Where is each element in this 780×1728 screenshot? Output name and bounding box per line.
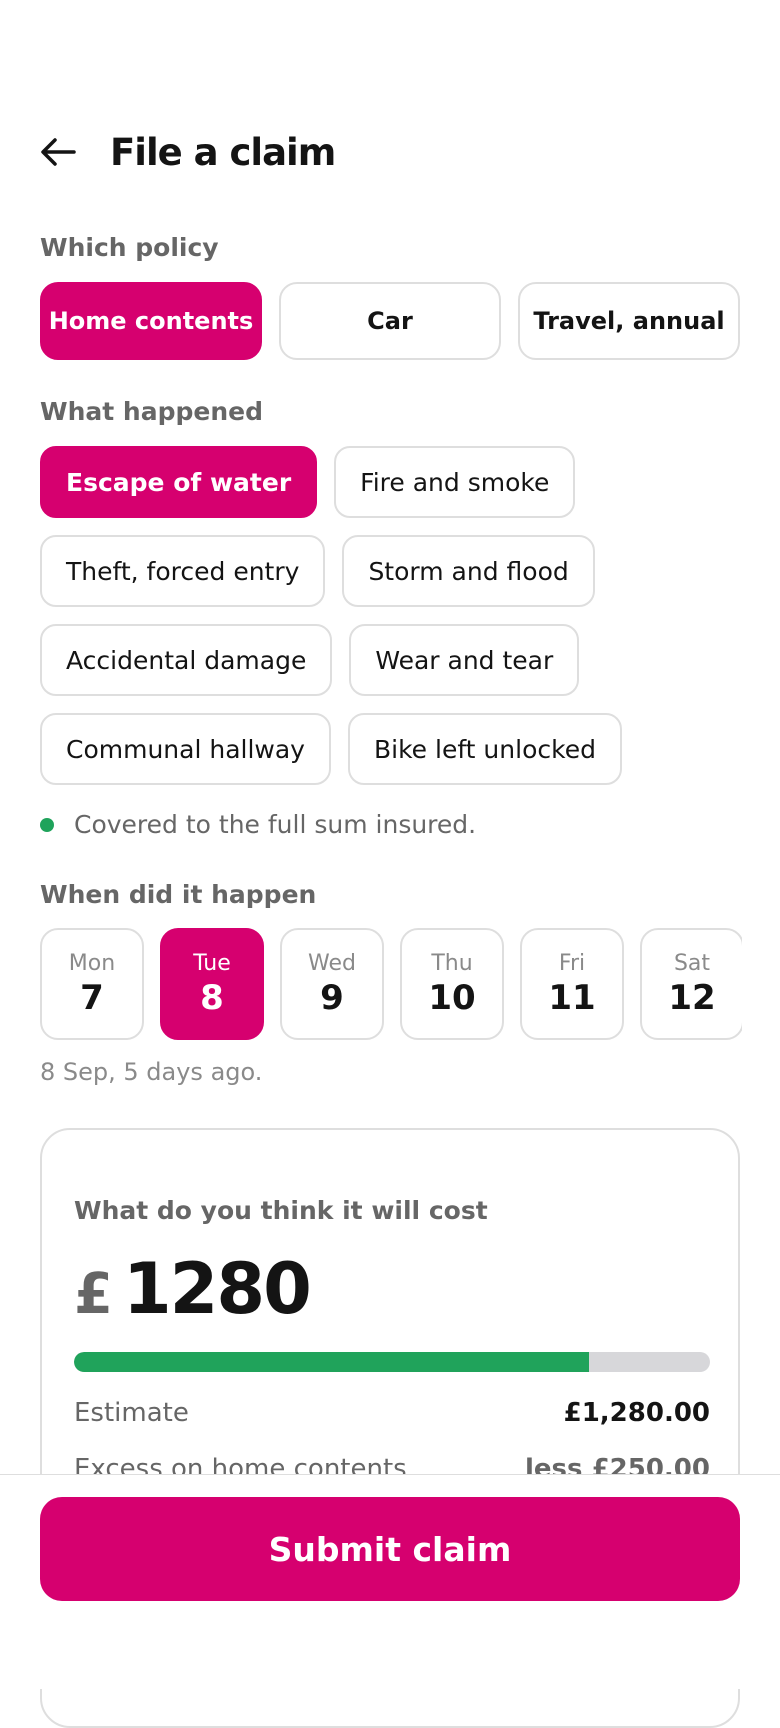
page-title: File a claim xyxy=(110,130,336,174)
estimate-row: Estimate £1,280.00 xyxy=(74,1398,710,1428)
cost-progress-fill xyxy=(74,1352,590,1372)
status-dot-icon xyxy=(40,817,54,832)
day-option-sat-12[interactable]: Sat 12 xyxy=(640,928,742,1040)
day-of-week: Mon xyxy=(68,950,116,976)
day-number: 7 xyxy=(80,977,104,1018)
policy-section-label: Which policy xyxy=(40,233,219,262)
day-option-tue-8[interactable]: Tue 8 xyxy=(160,928,264,1040)
day-picker: Mon 7 Tue 8 Wed 9 Thu 10 Fri 11 Sat 12 xyxy=(40,928,742,1040)
incident-section-label: What happened xyxy=(40,397,263,426)
estimate-value: £1,280.00 xyxy=(563,1398,710,1428)
day-number: 8 xyxy=(200,977,224,1018)
arrow-left-icon xyxy=(41,138,76,166)
day-option-mon-7[interactable]: Mon 7 xyxy=(40,928,144,1040)
submit-claim-button[interactable]: Submit claim xyxy=(40,1497,740,1601)
day-of-week: Thu xyxy=(431,950,473,976)
incident-selector: Escape of water Fire and smoke Theft, fo… xyxy=(40,446,740,785)
incident-escape-of-water[interactable]: Escape of water xyxy=(40,446,318,518)
policy-option-car[interactable]: Car xyxy=(279,282,501,360)
incident-storm-and-flood[interactable]: Storm and flood xyxy=(342,535,595,607)
day-of-week: Tue xyxy=(193,950,231,976)
incident-bike-left-unlocked[interactable]: Bike left unlocked xyxy=(347,713,622,785)
date-section-label: When did it happen xyxy=(40,880,317,909)
cost-progress-bar xyxy=(74,1352,710,1372)
day-number: 11 xyxy=(548,977,596,1018)
cost-amount-input[interactable]: £ 1280 xyxy=(74,1248,312,1330)
incident-wear-and-tear[interactable]: Wear and tear xyxy=(349,624,580,696)
date-hint: 8 Sep, 5 days ago. xyxy=(40,1058,263,1086)
day-of-week: Sat xyxy=(673,950,711,976)
policy-option-home-contents[interactable]: Home contents xyxy=(40,282,262,360)
estimate-label: Estimate xyxy=(74,1398,189,1428)
currency-symbol: £ xyxy=(74,1262,113,1327)
coverage-status: Covered to the full sum insured. xyxy=(40,810,476,839)
policy-option-travel-annual[interactable]: Travel, annual xyxy=(518,282,740,360)
day-number: 12 xyxy=(668,977,716,1018)
day-option-wed-9[interactable]: Wed 9 xyxy=(280,928,384,1040)
incident-fire-and-smoke[interactable]: Fire and smoke xyxy=(334,446,576,518)
policy-selector: Home contents Car Travel, annual xyxy=(40,282,740,360)
day-option-fri-11[interactable]: Fri 11 xyxy=(520,928,624,1040)
day-of-week: Wed xyxy=(308,950,356,976)
day-number: 10 xyxy=(428,977,476,1018)
day-option-thu-10[interactable]: Thu 10 xyxy=(400,928,504,1040)
coverage-text: Covered to the full sum insured. xyxy=(74,810,477,839)
day-number: 9 xyxy=(320,977,344,1018)
cost-label: What do you think it will cost xyxy=(74,1196,488,1225)
incident-accidental-damage[interactable]: Accidental damage xyxy=(40,624,333,696)
incident-communal-hallway[interactable]: Communal hallway xyxy=(40,713,331,785)
back-button[interactable] xyxy=(40,130,84,174)
cost-amount: 1280 xyxy=(122,1248,312,1330)
bottom-action-bar: Submit claim xyxy=(0,1474,780,1689)
day-of-week: Fri xyxy=(558,950,586,976)
incident-theft-forced-entry[interactable]: Theft, forced entry xyxy=(40,535,326,607)
header: File a claim xyxy=(40,118,740,186)
